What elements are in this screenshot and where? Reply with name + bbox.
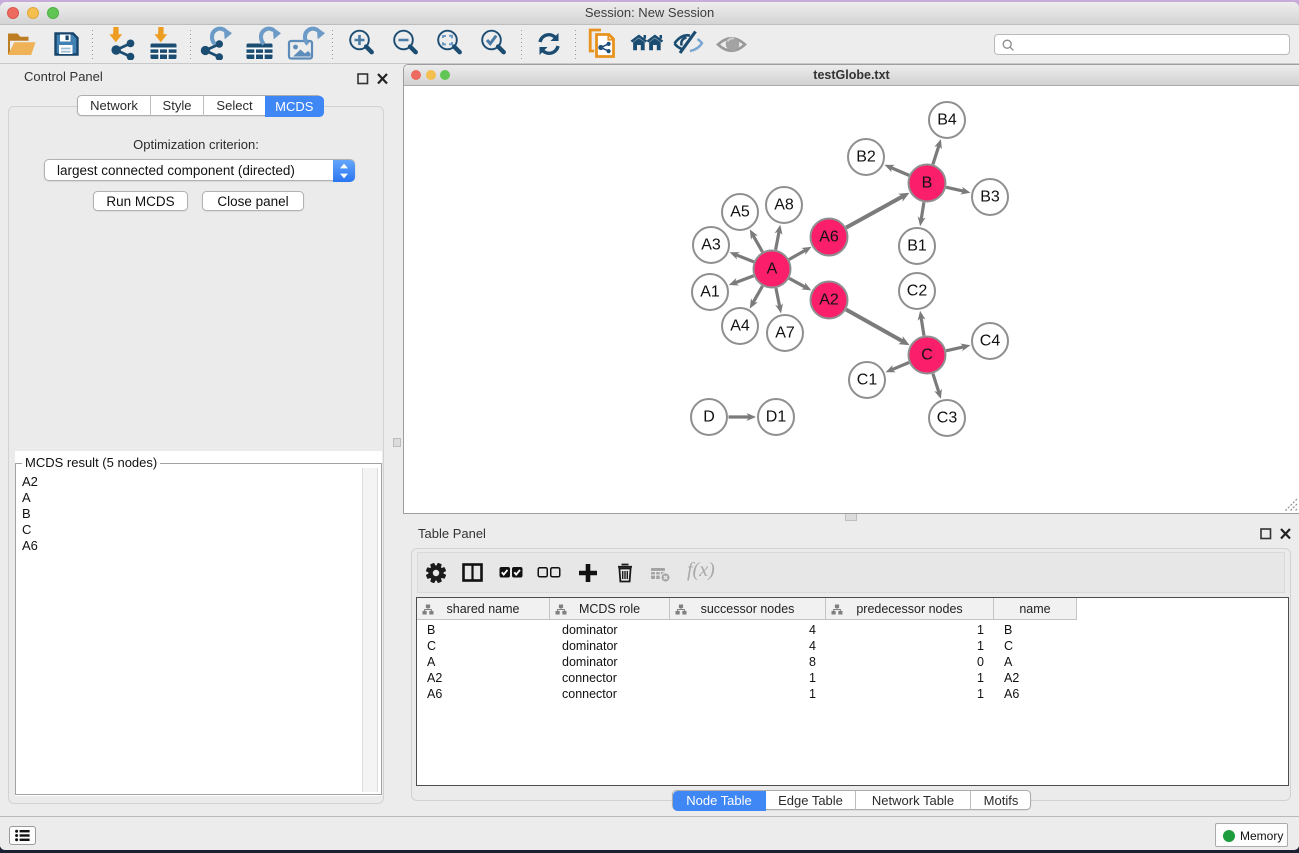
svg-text:A5: A5	[730, 204, 750, 221]
svg-text:D1: D1	[766, 409, 787, 426]
svg-text:B: B	[922, 175, 933, 192]
svg-text:A: A	[767, 261, 778, 278]
svg-text:A1: A1	[700, 284, 720, 301]
svg-text:A4: A4	[730, 318, 750, 335]
svg-text:C: C	[921, 347, 933, 364]
svg-text:B1: B1	[907, 238, 927, 255]
svg-text:A7: A7	[775, 325, 795, 342]
svg-text:C2: C2	[907, 283, 928, 300]
svg-text:B4: B4	[937, 112, 957, 129]
svg-text:A8: A8	[774, 197, 794, 214]
svg-text:A3: A3	[701, 237, 721, 254]
svg-text:A6: A6	[819, 229, 839, 246]
svg-text:C1: C1	[857, 372, 878, 389]
svg-text:D: D	[703, 409, 715, 426]
svg-text:B2: B2	[856, 149, 876, 166]
svg-text:C3: C3	[937, 410, 958, 427]
svg-text:B3: B3	[980, 189, 1000, 206]
svg-text:A2: A2	[819, 292, 839, 309]
svg-text:C4: C4	[980, 333, 1001, 350]
